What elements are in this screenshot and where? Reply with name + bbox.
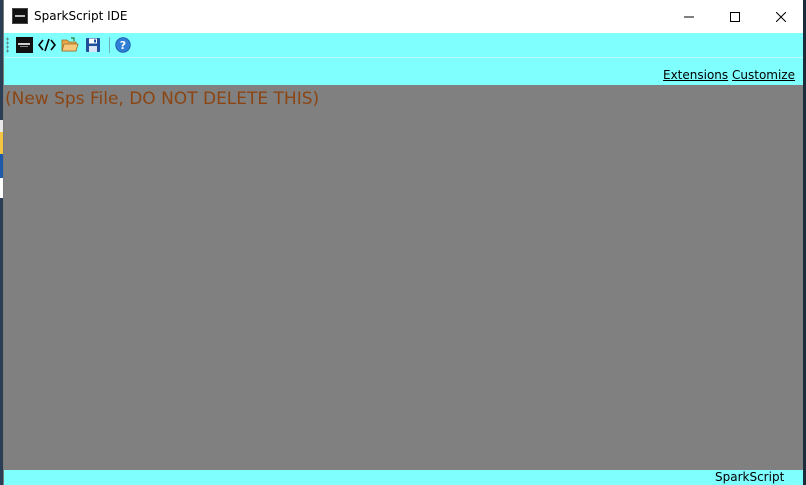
toolbar-grip[interactable] [6,37,9,53]
maximize-button[interactable] [712,0,758,33]
close-icon [776,11,786,22]
save-button[interactable] [84,36,102,54]
app-window: SparkScript IDE ? Extensions Customize (… [3,0,803,485]
status-label: SparkScript [715,470,785,484]
code-icon [38,38,56,52]
code-editor[interactable]: (New Sps File, DO NOT DELETE THIS) [4,85,803,470]
open-folder-icon [61,37,79,52]
app-logo-icon [12,8,28,24]
toolbar-separator [109,37,110,53]
app-logo-icon [15,37,33,53]
toolbar: ? [4,33,803,57]
maximize-icon [730,11,740,22]
extensions-link[interactable]: Extensions [663,68,728,82]
close-button[interactable] [758,0,804,33]
app-logo-button[interactable] [15,36,33,54]
link-bar: Extensions Customize [4,57,803,85]
minimize-button[interactable] [666,0,712,33]
status-bar: SparkScript [4,470,803,485]
customize-link[interactable]: Customize [732,68,795,82]
title-bar[interactable]: SparkScript IDE [4,0,803,33]
save-icon [86,38,100,52]
help-button[interactable]: ? [114,36,132,54]
svg-text:?: ? [120,39,126,52]
code-button[interactable] [38,36,56,54]
editor-content[interactable]: (New Sps File, DO NOT DELETE THIS) [5,89,319,109]
window-title: SparkScript IDE [34,9,128,23]
minimize-icon [684,16,694,17]
open-button[interactable] [61,36,79,54]
help-icon: ? [115,37,131,53]
